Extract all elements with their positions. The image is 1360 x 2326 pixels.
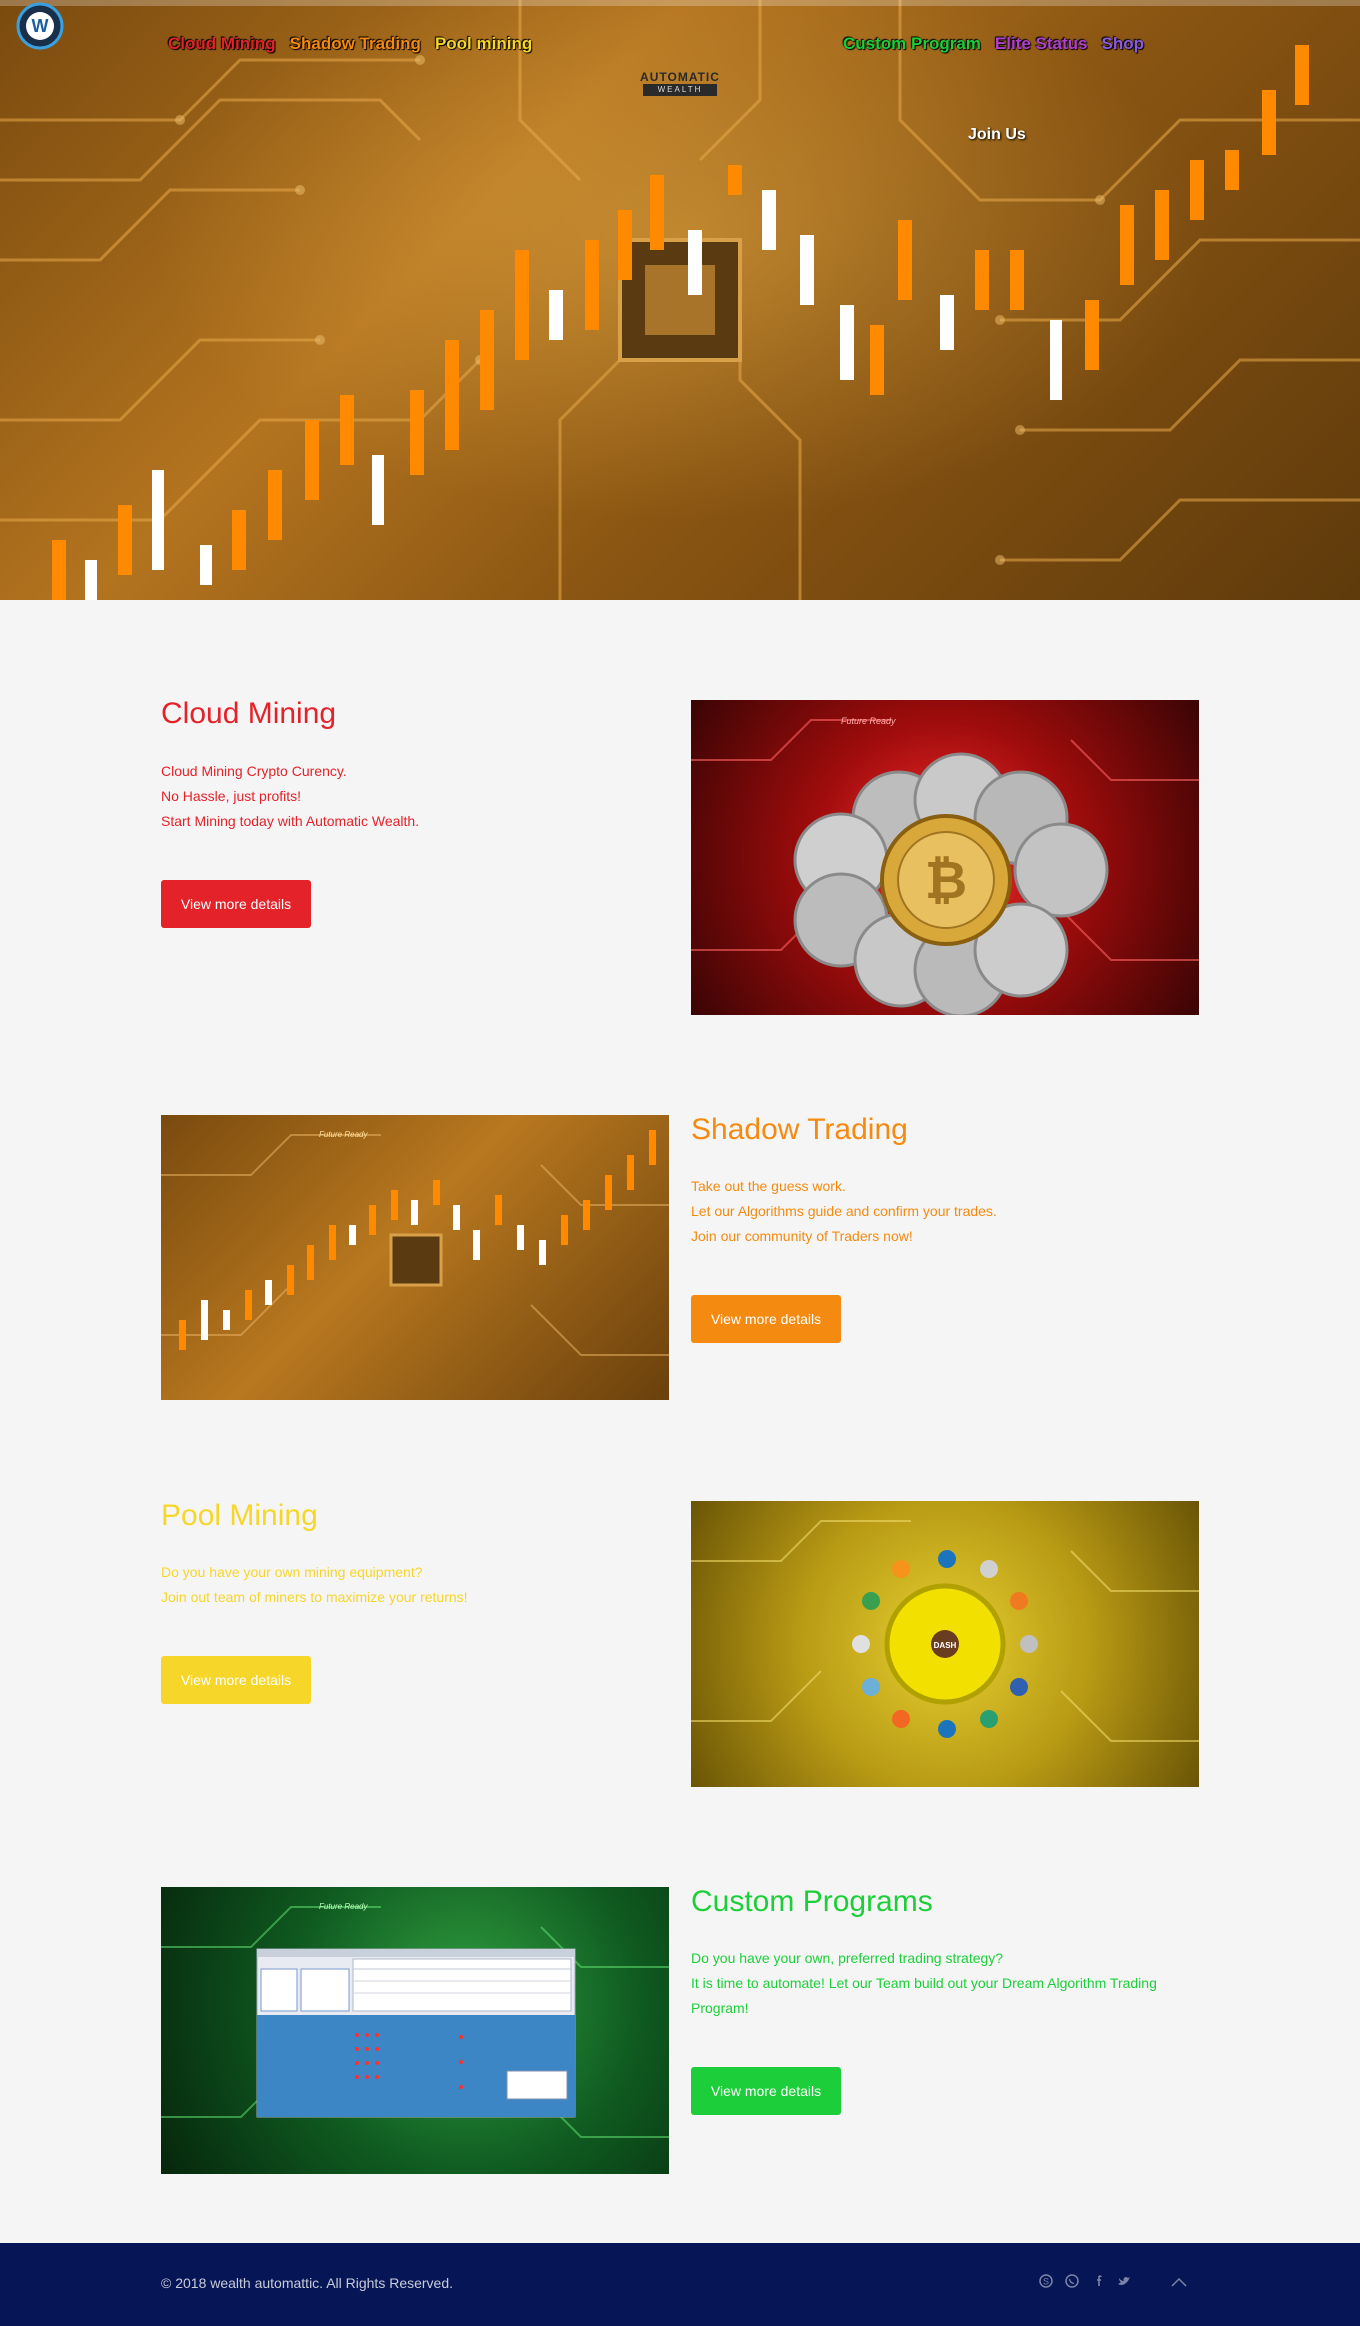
pool-mining-image: DASH	[691, 1501, 1199, 1787]
logo-subtext: WEALTH	[643, 84, 717, 96]
custom-programs-line-2: It is time to automate! Let our Team bui…	[691, 1975, 1157, 1991]
custom-programs-image: Future Ready	[161, 1887, 669, 2174]
nav-elite-status[interactable]: Elite Status	[995, 34, 1088, 54]
cloud-mining-title: Cloud Mining	[161, 697, 337, 730]
shadow-trading-line-3: Join our community of Traders now!	[691, 1228, 913, 1244]
custom-image-badge: Future Ready	[319, 1902, 368, 1911]
custom-programs-details-button[interactable]: View more details	[691, 2067, 841, 2115]
shadow-trading-line-1: Take out the guess work.	[691, 1178, 846, 1194]
pool-center-label: DASH	[934, 1641, 957, 1650]
copyright-text: © 2018 wealth automattic. All Rights Res…	[161, 2275, 454, 2291]
svg-text:₿: ₿	[925, 852, 967, 910]
custom-programs-title: Custom Programs	[691, 1885, 933, 1918]
nav-pool-mining[interactable]: Pool mining	[435, 34, 532, 54]
pool-mining-details-button[interactable]: View more details	[161, 1656, 311, 1704]
shadow-image-badge: Future Ready	[319, 1130, 368, 1139]
join-us-link[interactable]: Join Us	[968, 126, 1026, 144]
cloud-mining-line-1: Cloud Mining Crypto Curency.	[161, 763, 347, 779]
pool-mining-line-2: Join out team of miners to maximize your…	[161, 1589, 468, 1605]
shadow-trading-image: Future Ready	[161, 1115, 669, 1400]
cloud-mining-image: ₿ Future Ready	[691, 700, 1199, 1015]
shadow-trading-title: Shadow Trading	[691, 1113, 908, 1146]
pool-mining-title: Pool Mining	[161, 1499, 318, 1532]
cloud-mining-line-3: Start Mining today with Automatic Wealth…	[161, 813, 420, 829]
nav-cloud-mining[interactable]: Cloud Mining	[168, 34, 276, 54]
shadow-trading-details-button[interactable]: View more details	[691, 1295, 841, 1343]
twitter-icon[interactable]	[1114, 2273, 1134, 2293]
pool-mining-line-1: Do you have your own mining equipment?	[161, 1564, 423, 1580]
shadow-trading-line-2: Let our Algorithms guide and confirm you…	[691, 1203, 997, 1219]
coin-cluster: ₿	[793, 752, 1109, 1015]
svg-text:S: S	[1043, 2277, 1049, 2287]
cloud-mining-line-2: No Hassle, just profits!	[161, 788, 302, 804]
skype-icon[interactable]: S	[1036, 2273, 1056, 2293]
nav-left: Cloud Mining Shadow Trading Pool mining	[168, 34, 532, 54]
nav-shop[interactable]: Shop	[1102, 34, 1145, 54]
cloud-mining-details-button[interactable]: View more details	[161, 880, 311, 928]
nav-right: Custom Program Elite Status Shop	[843, 34, 1144, 54]
footer: © 2018 wealth automattic. All Rights Res…	[0, 2243, 1360, 2326]
top-bar	[0, 0, 1360, 6]
custom-programs-line-3: Program!	[691, 2000, 749, 2016]
nav-custom-program[interactable]: Custom Program	[843, 34, 981, 54]
whatsapp-icon[interactable]	[1062, 2273, 1082, 2293]
nav-shadow-trading[interactable]: Shadow Trading	[290, 34, 421, 54]
logo-letter: W	[32, 16, 49, 36]
logo-text: AUTOMATIC	[640, 70, 720, 84]
software-window	[256, 1948, 576, 2118]
automatic-wealth-logo[interactable]: W	[0, 0, 80, 80]
hero-banner: Cloud Mining Shadow Trading Pool mining …	[0, 0, 1360, 600]
custom-programs-line-1: Do you have your own, preferred trading …	[691, 1950, 1004, 1966]
cloud-image-badge: Future Ready	[841, 716, 896, 726]
scroll-top-icon[interactable]	[1169, 2273, 1189, 2293]
facebook-icon[interactable]	[1088, 2273, 1108, 2293]
